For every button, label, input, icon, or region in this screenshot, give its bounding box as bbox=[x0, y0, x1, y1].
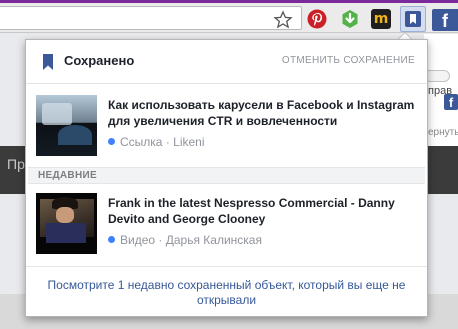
thumbnail-shape bbox=[56, 207, 74, 223]
popup-title: Сохранено bbox=[64, 53, 135, 68]
view-unopened-link[interactable]: Посмотрите 1 недавно сохраненный объект,… bbox=[38, 278, 415, 308]
saved-item-thumbnail[interactable] bbox=[36, 95, 97, 156]
meta-separator: · bbox=[155, 233, 166, 247]
saved-bookmark-icon bbox=[43, 54, 53, 70]
recent-item-meta: Видео · Дарья Калинская bbox=[108, 233, 262, 247]
bookmark-icon bbox=[410, 14, 416, 24]
thumbnail-shape bbox=[46, 223, 86, 243]
saved-popup: Сохранено ОТМЕНИТЬ СОХРАНЕНИЕ Как исполь… bbox=[25, 39, 428, 317]
recent-item-thumbnail[interactable] bbox=[36, 193, 97, 254]
recent-item-type: Видео bbox=[120, 233, 156, 247]
saved-item-source[interactable]: Likeni bbox=[173, 135, 204, 149]
unread-dot-icon bbox=[108, 236, 115, 243]
unread-dot-icon bbox=[108, 138, 115, 145]
pinterest-extension-icon[interactable] bbox=[307, 9, 327, 29]
popup-footer: Посмотрите 1 недавно сохраненный объект,… bbox=[26, 266, 427, 316]
meta-separator: · bbox=[162, 135, 174, 149]
background-heading-fragment: Пр bbox=[7, 156, 25, 172]
saved-item-meta: Ссылка · Likeni bbox=[108, 135, 205, 149]
saved-item-type: Ссылка bbox=[120, 135, 163, 149]
m-extension-icon[interactable]: m bbox=[371, 9, 391, 29]
recent-item[interactable]: Frank in the latest Nespresso Commercial… bbox=[36, 193, 418, 254]
popup-header: Сохранено ОТМЕНИТЬ СОХРАНЕНИЕ bbox=[26, 40, 427, 84]
recent-item-source[interactable]: Дарья Калинская bbox=[166, 233, 262, 247]
recent-section-header: НЕДАВНИЕ bbox=[28, 167, 425, 184]
thumbnail-shape bbox=[58, 125, 92, 145]
green-arrow-extension-icon[interactable] bbox=[340, 9, 360, 29]
background-text-fragment-2: ернуть bbox=[428, 127, 458, 138]
bookmark-star-icon[interactable] bbox=[273, 10, 293, 30]
facebook-save-extension-button[interactable] bbox=[400, 6, 426, 32]
unsave-button[interactable]: ОТМЕНИТЬ СОХРАНЕНИЕ bbox=[282, 55, 415, 66]
saved-item-title[interactable]: Как использовать карусели в Facebook и I… bbox=[108, 97, 418, 129]
address-bar[interactable] bbox=[0, 6, 302, 30]
recent-section-label: НЕДАВНИЕ bbox=[38, 170, 97, 181]
saved-item[interactable]: Как использовать карусели в Facebook и I… bbox=[36, 95, 418, 156]
facebook-extension-icon[interactable]: f bbox=[432, 9, 458, 31]
background-facebook-icon: f bbox=[444, 94, 458, 110]
browser-toolbar: m f bbox=[0, 3, 458, 33]
thumbnail-shape bbox=[42, 103, 72, 125]
recent-item-title[interactable]: Frank in the latest Nespresso Commercial… bbox=[108, 195, 418, 227]
save-extension-tile bbox=[405, 11, 421, 27]
